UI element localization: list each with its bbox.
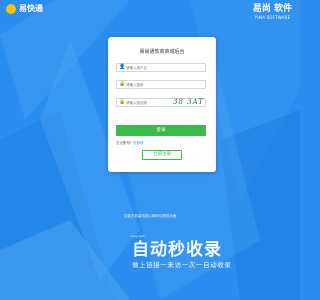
captcha-field[interactable]: 🔒 38 3AT — [116, 98, 206, 107]
login-button[interactable]: 登录 — [116, 125, 206, 136]
lock-icon: 🔒 — [119, 81, 126, 87]
footer-copyright: Copyright — [130, 234, 145, 238]
footer-text: 注重业务高科技以商研与提供全面 — [123, 214, 177, 218]
login-card: 易尚通软商商城后台 👤 🔒 🔒 38 3AT 自动登录 登录 忘记账号? 去修改… — [108, 37, 216, 172]
forgot-row: 忘记账号? 去修改 — [116, 141, 143, 146]
forgot-link[interactable]: 去修改 — [133, 141, 144, 145]
shield-icon: 🔒 — [119, 99, 126, 105]
user-icon: 👤 — [119, 64, 126, 70]
forgot-text: 忘记账号? — [116, 141, 132, 145]
password-field[interactable]: 🔒 — [116, 80, 206, 89]
left-logo-name: 易快通 — [19, 4, 43, 13]
captcha-image[interactable]: 38 3AT — [173, 98, 209, 107]
right-logo-title: 易尚 软件 — [252, 4, 292, 14]
watermark: 自动秒收录 做上链接一来访一次一自动收录 — [132, 240, 231, 270]
right-logo[interactable]: 易尚 软件 YIMA SOFTWARE — [253, 4, 292, 20]
password-input[interactable] — [126, 81, 181, 88]
register-button[interactable]: 立即注册 — [142, 150, 182, 160]
username-field[interactable]: 👤 — [116, 63, 206, 72]
login-title: 易尚通软商商城后台 — [139, 49, 185, 55]
watermark-subtitle: 做上链接一来访一次一自动收录 — [132, 261, 232, 269]
right-logo-subtitle: YIMA SOFTWARE — [254, 15, 291, 20]
left-logo[interactable]: 易快通 — [6, 4, 43, 14]
watermark-title: 自动秒收录 — [132, 240, 222, 260]
username-input[interactable] — [126, 64, 181, 71]
logo-mark-icon — [6, 4, 16, 14]
